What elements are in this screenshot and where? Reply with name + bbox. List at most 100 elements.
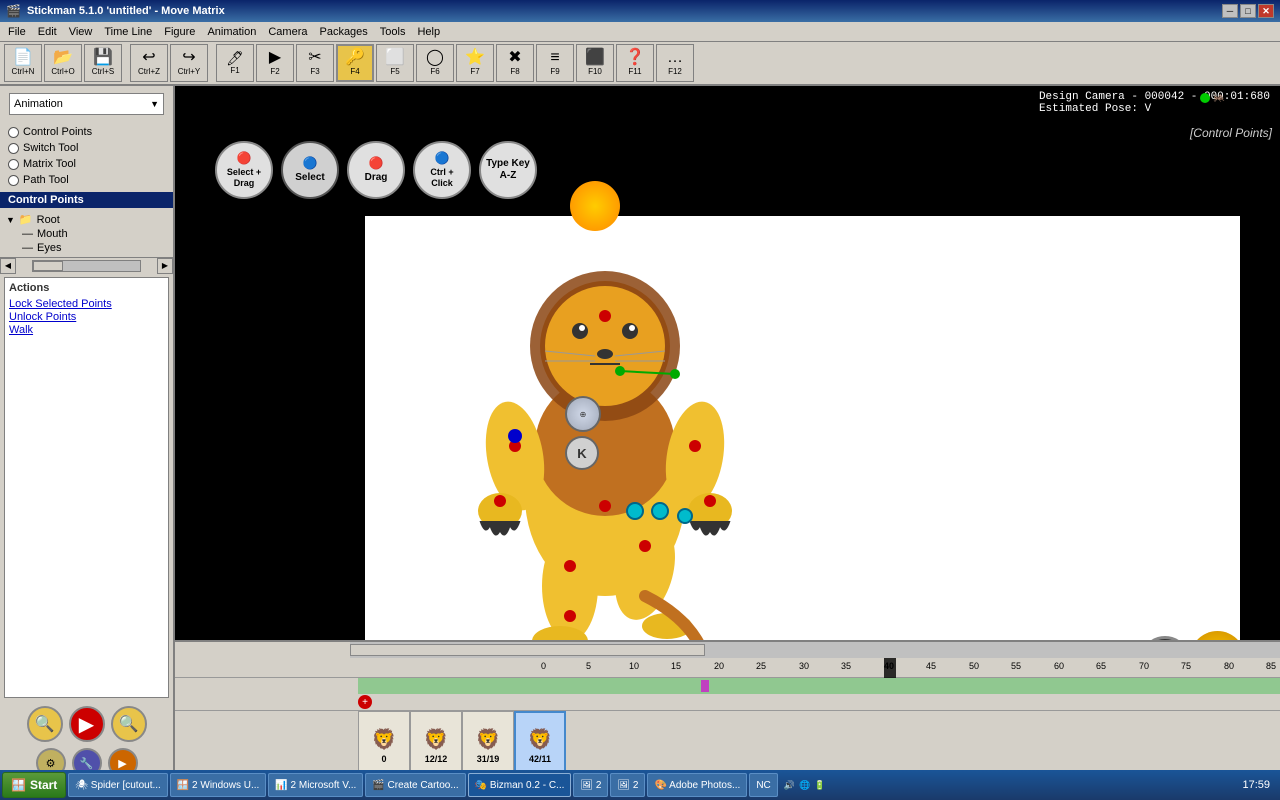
taskbar-bizman[interactable]: 🎭 Bizman 0.2 - C...	[468, 773, 572, 797]
select-drag-tool[interactable]: 🔴 Select + Drag	[215, 141, 273, 199]
open-button[interactable]: 📂 Ctrl+O	[44, 44, 82, 82]
taskbar-microsoft[interactable]: 📊 2 Microsoft V...	[268, 773, 363, 797]
scroll-thumb[interactable]	[33, 261, 63, 271]
tool-overlay: 🔴 Select + Drag 🔵 Select 🔴 Drag 🔵 Ctrl +…	[215, 141, 537, 199]
menu-packages[interactable]: Packages	[313, 24, 373, 40]
f3-button[interactable]: ✂ F3	[296, 44, 334, 82]
scroll-left-arrow[interactable]: ◀	[0, 258, 16, 274]
save-button[interactable]: 💾 Ctrl+S	[84, 44, 122, 82]
camera-info-line1: Design Camera - 000042 - 000:01:680	[1039, 91, 1270, 103]
new-button[interactable]: 📄 Ctrl+N	[4, 44, 42, 82]
minimize-button[interactable]: ─	[1222, 4, 1238, 18]
control-points-label: [Control Points]	[1190, 126, 1272, 140]
item-icon: —	[22, 242, 33, 254]
scroll-track[interactable]	[32, 260, 141, 272]
circle-k-button[interactable]: K	[565, 436, 599, 470]
undo-button[interactable]: ↩ Ctrl+Z	[130, 44, 168, 82]
sun-element	[570, 181, 620, 231]
redo-button[interactable]: ↪ Ctrl+Y	[170, 44, 208, 82]
tree-eyes[interactable]: — Eyes	[20, 241, 169, 255]
radio-matrix	[8, 159, 19, 170]
camera-info-overlay: Design Camera - 000042 - 000:01:680 Esti…	[1031, 88, 1278, 118]
f7-button[interactable]: ⭐ F7	[456, 44, 494, 82]
timeline-scrollbar[interactable]	[175, 642, 1280, 658]
add-keyframe-button[interactable]: +	[358, 695, 372, 709]
f5-button[interactable]: ⬜ F5	[376, 44, 414, 82]
close-button[interactable]: ✕	[1258, 4, 1274, 18]
taskbar-2b[interactable]: 🖼 2	[610, 773, 645, 797]
f6-button[interactable]: ◯ F6	[416, 44, 454, 82]
circle-nav-1[interactable]: ⊕	[565, 396, 601, 432]
drag-tool[interactable]: 🔴 Drag	[347, 141, 405, 199]
menu-figure[interactable]: Figure	[158, 24, 201, 40]
timeline-track-container	[175, 678, 1280, 694]
f1-button[interactable]: 🖊 F1	[216, 44, 254, 82]
taskbar-create-cartoon[interactable]: 🎬 Create Cartoo...	[365, 773, 465, 797]
f9-button[interactable]: ≡ F9	[536, 44, 574, 82]
taskbar-windows[interactable]: 🪟 2 Windows U...	[170, 773, 266, 797]
bottom-ball	[1190, 631, 1245, 640]
timeline-section: 0 5 10 15 20 25 30 35 40 45 50 55 60 65 …	[175, 640, 1280, 780]
select-tool[interactable]: 🔵 Select	[281, 141, 339, 199]
animation-dropdown[interactable]: Animation	[9, 93, 164, 115]
tool-switch[interactable]: Switch Tool	[4, 140, 169, 156]
start-label: Start	[30, 778, 57, 792]
search-button-2[interactable]: 🔍	[111, 706, 147, 742]
lock-selected-points[interactable]: Lock Selected Points	[9, 298, 164, 310]
unlock-points[interactable]: Unlock Points	[9, 311, 164, 323]
tool-control-points[interactable]: Control Points	[4, 124, 169, 140]
maximize-button[interactable]: □	[1240, 4, 1256, 18]
search-button-1[interactable]: 🔍	[27, 706, 63, 742]
f2-button[interactable]: ▶ F2	[256, 44, 294, 82]
walk-action[interactable]: Walk	[9, 324, 164, 336]
menu-view[interactable]: View	[63, 24, 99, 40]
f12-button[interactable]: … F12	[656, 44, 694, 82]
menu-file[interactable]: File	[2, 24, 32, 40]
start-icon: 🪟	[11, 778, 26, 792]
ctrl-click-tool[interactable]: 🔵 Ctrl + Click	[413, 141, 471, 199]
left-panel: Animation Control Points Switch Tool Mat…	[0, 86, 175, 780]
tool-matrix[interactable]: Matrix Tool	[4, 156, 169, 172]
camera-info-line2: Estimated Pose: V	[1039, 103, 1270, 115]
f4-button[interactable]: 🔑 F4	[336, 44, 374, 82]
menu-camera[interactable]: Camera	[262, 24, 313, 40]
transport-controls: 🔍 ▶ 🔍	[0, 702, 173, 746]
camera-icon	[1140, 636, 1190, 640]
menu-edit[interactable]: Edit	[32, 24, 63, 40]
menu-help[interactable]: Help	[411, 24, 446, 40]
tool-path[interactable]: Path Tool	[4, 172, 169, 188]
item-icon: —	[22, 228, 33, 240]
left-scrollbar[interactable]: ◀ ▶	[0, 257, 173, 273]
taskbar-2a[interactable]: 🖼 2	[573, 773, 608, 797]
tree-root-item[interactable]: ▼ 📁 Root	[4, 212, 169, 227]
playhead[interactable]	[884, 658, 896, 678]
window-title: Stickman 5.1.0 'untitled' - Move Matrix	[27, 5, 1222, 17]
drawing-canvas[interactable]	[365, 216, 1240, 640]
f8-button[interactable]: ✖ F8	[496, 44, 534, 82]
menu-tools[interactable]: Tools	[374, 24, 412, 40]
scene-tree: ▼ 📁 Root — Mouth — Eyes	[0, 210, 173, 257]
taskbar-spider[interactable]: 🕷 Spider [cutout...	[68, 773, 168, 797]
lion-figure[interactable]	[405, 216, 805, 640]
play-button[interactable]: ▶	[69, 706, 105, 742]
main-canvas[interactable]: Design Camera - 000042 - 000:01:680 Esti…	[175, 86, 1280, 640]
scroll-right-arrow[interactable]: ▶	[157, 258, 173, 274]
taskbar-nc[interactable]: NC	[749, 773, 777, 797]
radio-path	[8, 175, 19, 186]
canvas-area: Design Camera - 000042 - 000:01:680 Esti…	[175, 86, 1280, 780]
f11-button[interactable]: ❓ F11	[616, 44, 654, 82]
tool-list: Control Points Switch Tool Matrix Tool P…	[0, 122, 173, 190]
timeline-track[interactable]	[358, 678, 1280, 694]
title-bar: 🎬 Stickman 5.1.0 'untitled' - Move Matri…	[0, 0, 1280, 22]
menu-timeline[interactable]: Time Line	[98, 24, 158, 40]
toolbar: 📄 Ctrl+N 📂 Ctrl+O 💾 Ctrl+S ↩ Ctrl+Z ↪ Ct…	[0, 42, 1280, 86]
start-button[interactable]: 🪟 Start	[2, 772, 66, 798]
folder-icon: 📁	[19, 213, 33, 226]
f10-button[interactable]: ⬛ F10	[576, 44, 614, 82]
menu-animation[interactable]: Animation	[201, 24, 262, 40]
tree-mouth[interactable]: — Mouth	[20, 227, 169, 241]
type-key-tool[interactable]: Type Key A-Z	[479, 141, 537, 199]
control-points-section: Control Points	[0, 192, 173, 208]
radio-control-points	[8, 127, 19, 138]
taskbar-adobe[interactable]: 🎨 Adobe Photos...	[647, 773, 747, 797]
